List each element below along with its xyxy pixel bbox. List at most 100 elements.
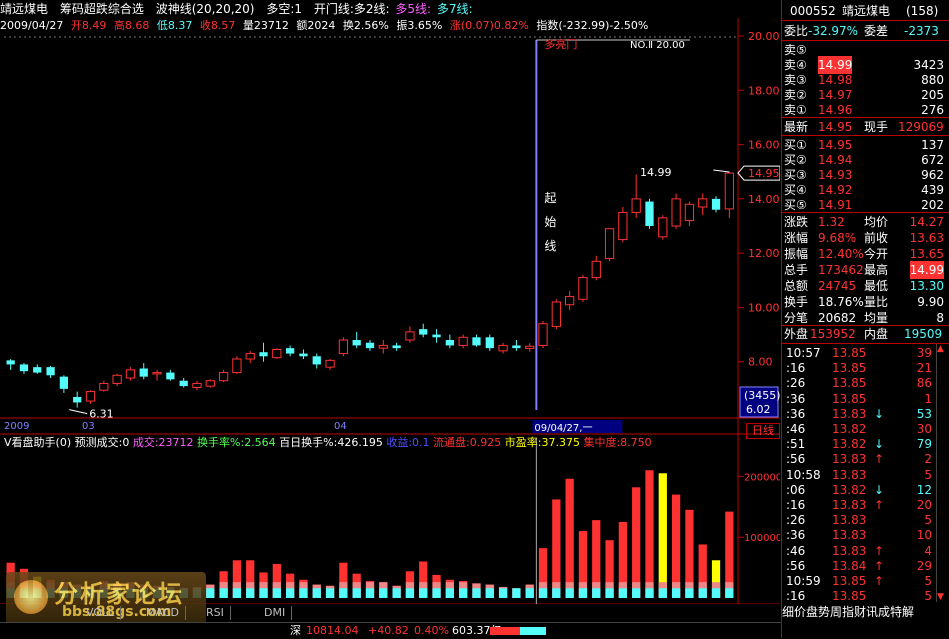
tick-row[interactable]: :26 13.83 5 xyxy=(782,512,948,528)
tick-row[interactable]: :46 13.83 ↑ 4 xyxy=(782,543,948,559)
last-label: 最新 xyxy=(784,120,809,134)
volume-band xyxy=(525,588,534,598)
info-high: 高8.68 xyxy=(113,19,150,32)
tab-rsi[interactable]: RSI xyxy=(200,606,231,620)
volume-band xyxy=(552,588,561,598)
volume-band xyxy=(685,588,694,598)
volume-bar xyxy=(565,478,574,598)
tick-row[interactable]: :36 13.85 1 xyxy=(782,391,948,407)
tick-price: 13.83 xyxy=(832,528,867,543)
date-cursor-label: 09/04/27,一 xyxy=(534,423,592,434)
quote-header: 000552 靖远煤电 (158) xyxy=(782,2,948,20)
tick-scrollbar[interactable]: ▲ ▼ xyxy=(936,344,947,602)
quote-code: 000552 xyxy=(790,4,836,18)
tick-time: 10:57 xyxy=(786,346,821,360)
tick-vol: 10 xyxy=(916,528,932,543)
tick-price: 13.85 xyxy=(832,589,867,604)
candle-body xyxy=(152,372,162,375)
start-line-char: 起 xyxy=(544,191,556,205)
kline-chart[interactable]: 多亮门 NO.Ⅱ 20.00起始线6.3114.99 20.0018.0016.0… xyxy=(0,0,780,604)
scroll-down-icon[interactable]: ▼ xyxy=(937,592,944,602)
volume-band xyxy=(259,588,268,598)
tick-price: 13.83 xyxy=(832,498,867,512)
volume-band xyxy=(565,588,574,598)
tick-row[interactable]: 10:58 13.83 5 xyxy=(782,467,948,483)
tick-time: 10:58 xyxy=(786,467,821,482)
line7: 多7线: xyxy=(436,2,473,16)
volume-bar xyxy=(658,473,667,598)
candle-body xyxy=(684,203,695,222)
indicator-name[interactable]: 筹码超跌综合选 xyxy=(60,2,144,16)
volume-band xyxy=(365,588,375,598)
tick-row[interactable]: :16 13.85 21 xyxy=(782,360,948,376)
tick-row[interactable]: :36 13.83 ↓ 53 xyxy=(782,406,948,422)
volume-band xyxy=(299,588,308,598)
tick-row[interactable]: 10:57 13.85 39 xyxy=(782,345,948,361)
tick-arrow-icon: ↓ xyxy=(874,482,885,497)
price-axis-label: 16.00 xyxy=(748,139,780,152)
volume-band xyxy=(698,588,707,598)
volume-band xyxy=(725,588,734,598)
candle-body xyxy=(33,367,42,373)
status-down-bar xyxy=(520,627,546,635)
vol-turnover: 换手率%:2.564 xyxy=(197,436,276,449)
tab-macd[interactable]: MACD xyxy=(140,606,186,620)
candle-body xyxy=(724,172,734,210)
candle-body xyxy=(125,369,136,379)
stock-name[interactable]: 靖远煤电 xyxy=(0,2,48,16)
tick-time: :16 xyxy=(786,361,806,376)
volume-band xyxy=(472,588,481,598)
line5: 多5线: xyxy=(395,2,432,16)
tick-price: 13.85 xyxy=(832,376,867,391)
tick-row[interactable]: 10:59 13.85 ↑ 5 xyxy=(782,573,948,589)
candle-body xyxy=(512,345,521,349)
low-label: 6.31 xyxy=(89,408,114,421)
vol-indicator-name[interactable]: V看盘助手(0) xyxy=(4,436,71,449)
candle-body xyxy=(205,380,215,387)
candle-body xyxy=(538,323,548,346)
tick-row[interactable]: :51 13.82 ↓ 79 xyxy=(782,436,948,452)
tick-row[interactable]: :56 13.83 ↑ 2 xyxy=(782,451,948,467)
candle-body xyxy=(472,337,481,346)
date-label: 2009 xyxy=(4,421,29,432)
candle-body xyxy=(578,277,588,300)
hand-value: 129069 xyxy=(898,120,944,134)
tick-row[interactable]: :06 13.82 ↓ 12 xyxy=(782,482,948,498)
day-button[interactable]: 日线 xyxy=(746,423,780,439)
candle-body xyxy=(565,296,575,306)
tick-row[interactable]: :16 13.85 5 xyxy=(782,588,948,604)
candle-body xyxy=(312,356,321,365)
tick-row[interactable]: :36 13.83 10 xyxy=(782,527,948,543)
tab-dmi[interactable]: DMI xyxy=(258,606,293,620)
tab-voll[interactable]: VOLL xyxy=(80,606,122,620)
info-date: 2009/04/27 xyxy=(0,19,64,32)
last-value: 14.95 xyxy=(818,120,853,134)
tick-row[interactable]: :16 13.83 ↑ 20 xyxy=(782,497,948,513)
price-axis-label: 18.00 xyxy=(748,84,780,97)
candle-body xyxy=(232,358,242,374)
start-line-char: 线 xyxy=(544,239,556,253)
cursor-value-2: 6.02 xyxy=(746,403,771,416)
volume-band xyxy=(538,588,548,598)
volume-band xyxy=(711,588,721,598)
tick-time: :36 xyxy=(786,406,806,421)
tick-time: :36 xyxy=(786,391,806,406)
volume-band xyxy=(312,588,321,598)
date-label: 03 xyxy=(82,421,95,432)
volume-band xyxy=(272,588,281,598)
vol-forecast: 预测成交:0 xyxy=(74,436,130,449)
tick-time: :26 xyxy=(786,513,806,528)
tick-row[interactable]: :46 13.82 30 xyxy=(782,421,948,437)
tick-row[interactable]: :26 13.85 86 xyxy=(782,375,948,391)
volume-band xyxy=(432,588,441,598)
title-bar: 靖远煤电 筹码超跌综合选 波神线(20,20,20) 多空:1 开门线:多2线:… xyxy=(0,0,780,18)
volume-band xyxy=(618,588,627,598)
scroll-up-icon[interactable]: ▲ xyxy=(937,344,947,354)
candle-body xyxy=(671,198,681,227)
bottom-menu[interactable]: 细价盘势周指财讯成特解 xyxy=(782,604,948,620)
tick-price: 13.85 xyxy=(832,391,867,406)
tick-row[interactable]: :56 13.84 ↑ 29 xyxy=(782,558,948,574)
open-line: 开门线:多2线: xyxy=(313,2,390,16)
candle-body xyxy=(272,349,282,359)
vol-deal: 成交:23712 xyxy=(132,436,194,449)
